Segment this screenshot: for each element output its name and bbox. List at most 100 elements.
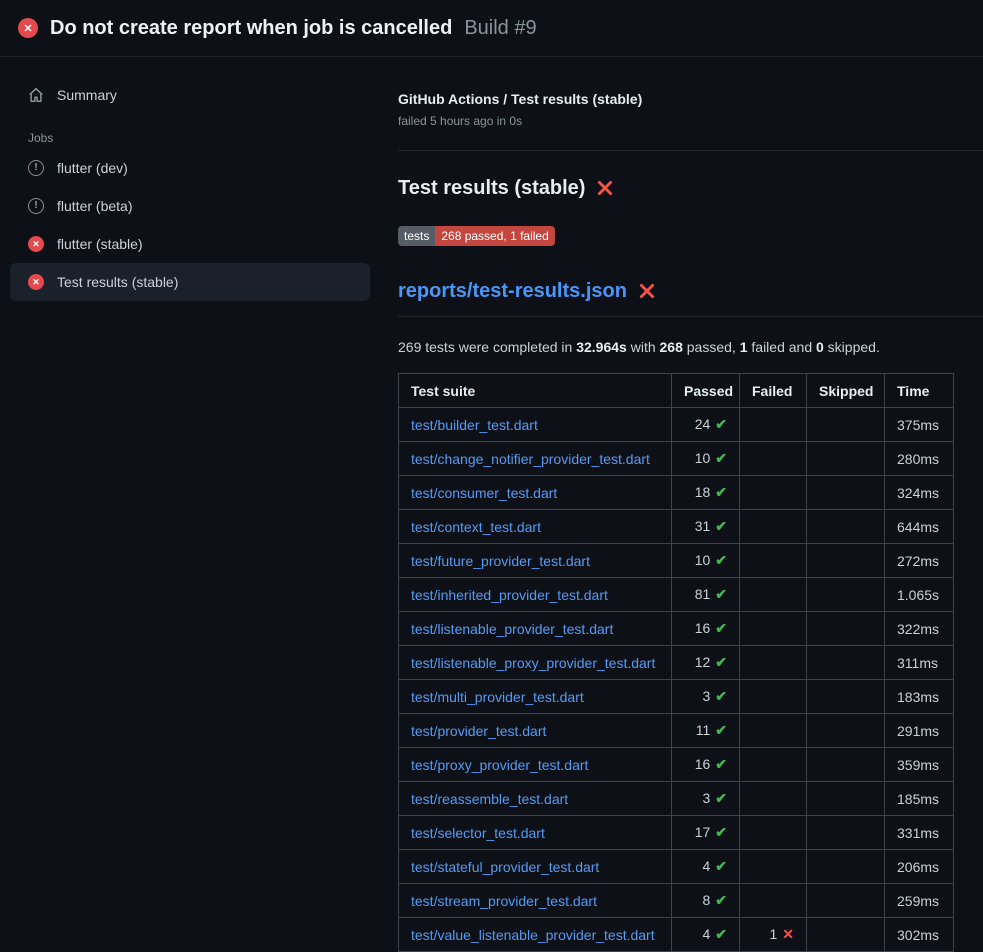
table-row: test/stream_provider_test.dart8✔259ms — [399, 884, 954, 918]
x-icon: ✕ — [782, 926, 794, 942]
col-header-passed: Passed — [672, 374, 740, 408]
time-cell: 375ms — [885, 408, 954, 442]
suite-link[interactable]: test/selector_test.dart — [411, 825, 545, 841]
sidebar-item-summary[interactable]: Summary — [10, 79, 370, 111]
failed-cell — [740, 408, 807, 442]
col-header-failed: Failed — [740, 374, 807, 408]
passed-cell: 3✔ — [672, 782, 740, 816]
col-header-skipped: Skipped — [807, 374, 885, 408]
passed-cell: 4✔ — [672, 850, 740, 884]
suite-link[interactable]: test/listenable_provider_test.dart — [411, 621, 613, 637]
suite-link[interactable]: test/future_provider_test.dart — [411, 553, 590, 569]
suite-link[interactable]: test/stream_provider_test.dart — [411, 893, 597, 909]
suite-link[interactable]: test/context_test.dart — [411, 519, 541, 535]
time-cell: 1.065s — [885, 578, 954, 612]
suite-link[interactable]: test/multi_provider_test.dart — [411, 689, 584, 705]
suite-link[interactable]: test/consumer_test.dart — [411, 485, 557, 501]
table-row: test/multi_provider_test.dart 3✔ 183ms — [399, 680, 954, 714]
passed-cell: 3✔ — [672, 680, 740, 714]
table-row: test/reassemble_test.dart 3✔ 185ms — [399, 782, 954, 816]
passed-cell: 24✔ — [672, 408, 740, 442]
check-icon: ✔ — [715, 620, 727, 636]
table-row: test/listenable_provider_test.dart16✔322… — [399, 612, 954, 646]
time-cell: 302ms — [885, 918, 954, 952]
time-cell: 185ms — [885, 782, 954, 816]
alert-circle-icon: ! — [28, 198, 44, 214]
table-row: test/consumer_test.dart18✔324ms — [399, 476, 954, 510]
time-cell: 311ms — [885, 646, 954, 680]
passed-cell: 16✔ — [672, 612, 740, 646]
suite-link[interactable]: test/inherited_provider_test.dart — [411, 587, 608, 603]
table-row: test/proxy_provider_test.dart16✔359ms — [399, 748, 954, 782]
skipped-cell — [807, 850, 885, 884]
sidebar-item-flutter-stable[interactable]: ✕ flutter (stable) — [10, 225, 370, 263]
time-cell: 272ms — [885, 544, 954, 578]
skipped-cell — [807, 544, 885, 578]
passed-cell: 11✔ — [672, 714, 740, 748]
failed-cell — [740, 714, 807, 748]
report-file-link[interactable]: reports/test-results.json — [398, 280, 627, 303]
check-icon: ✔ — [715, 824, 727, 840]
table-row: test/builder_test.dart 24✔ 375ms — [399, 408, 954, 442]
table-row: test/value_listenable_provider_test.dart… — [399, 918, 954, 952]
skipped-cell — [807, 408, 885, 442]
summary-line: 269 tests were completed in 32.964s with… — [398, 339, 983, 355]
failed-cell — [740, 680, 807, 714]
check-icon: ✔ — [715, 892, 727, 908]
skipped-cell — [807, 748, 885, 782]
check-run-header: ✕ Do not create report when job is cance… — [0, 0, 983, 57]
suite-link[interactable]: test/proxy_provider_test.dart — [411, 757, 588, 773]
check-icon: ✔ — [715, 586, 727, 602]
col-header-test-suite: Test suite — [399, 374, 672, 408]
time-cell: 206ms — [885, 850, 954, 884]
table-row: test/context_test.dart31✔644ms — [399, 510, 954, 544]
skipped-cell — [807, 476, 885, 510]
sidebar-summary-label: Summary — [57, 87, 117, 103]
table-row: test/future_provider_test.dart 10✔ 272ms — [399, 544, 954, 578]
time-cell: 183ms — [885, 680, 954, 714]
suite-link[interactable]: test/change_notifier_provider_test.dart — [411, 451, 650, 467]
run-meta: failed 5 hours ago in 0s — [398, 114, 983, 128]
check-icon: ✔ — [715, 926, 727, 942]
check-icon: ✔ — [715, 790, 727, 806]
table-header-row: Test suitePassedFailedSkippedTime — [399, 374, 954, 408]
suite-link[interactable]: test/builder_test.dart — [411, 417, 538, 433]
time-cell: 280ms — [885, 442, 954, 476]
suite-link[interactable]: test/value_listenable_provider_test.dart — [411, 927, 655, 943]
check-icon: ✔ — [715, 858, 727, 874]
job-label: flutter (stable) — [57, 236, 143, 252]
passed-cell: 16✔ — [672, 748, 740, 782]
passed-cell: 4✔ — [672, 918, 740, 952]
passed-cell: 10✔ — [672, 544, 740, 578]
table-row: test/inherited_provider_test.dart81✔1.06… — [399, 578, 954, 612]
badge-value: 268 passed, 1 failed — [435, 226, 554, 246]
job-label: Test results (stable) — [57, 274, 178, 290]
skipped-cell — [807, 816, 885, 850]
table-row: test/stateful_provider_test.dart 4✔ 206ms — [399, 850, 954, 884]
suite-link[interactable]: test/provider_test.dart — [411, 723, 546, 739]
failed-cell — [740, 850, 807, 884]
check-icon: ✔ — [715, 552, 727, 568]
alert-circle-icon: ! — [28, 160, 44, 176]
breadcrumb: GitHub Actions / Test results (stable) — [398, 91, 983, 107]
sidebar-item-test-results-stable[interactable]: ✕Test results (stable) — [10, 263, 370, 301]
skipped-cell — [807, 918, 885, 952]
sidebar-item-flutter-dev[interactable]: !flutter (dev) — [10, 149, 370, 187]
sidebar: Summary Jobs !flutter (dev)!flutter (bet… — [0, 57, 382, 301]
x-circle-icon: ✕ — [28, 236, 44, 252]
check-icon: ✔ — [715, 484, 727, 500]
skipped-cell — [807, 714, 885, 748]
skipped-cell — [807, 680, 885, 714]
suite-link[interactable]: test/stateful_provider_test.dart — [411, 859, 599, 875]
failed-cell: 1✕ — [740, 918, 807, 952]
main-content: GitHub Actions / Test results (stable) f… — [382, 57, 983, 952]
failed-cell — [740, 748, 807, 782]
suite-link[interactable]: test/listenable_proxy_provider_test.dart — [411, 655, 655, 671]
section-title: Test results (stable) — [398, 177, 585, 200]
failed-cell — [740, 782, 807, 816]
table-row: test/selector_test.dart17✔331ms — [399, 816, 954, 850]
sidebar-item-flutter-beta[interactable]: !flutter (beta) — [10, 187, 370, 225]
failed-cell — [740, 646, 807, 680]
skipped-cell — [807, 782, 885, 816]
suite-link[interactable]: test/reassemble_test.dart — [411, 791, 568, 807]
